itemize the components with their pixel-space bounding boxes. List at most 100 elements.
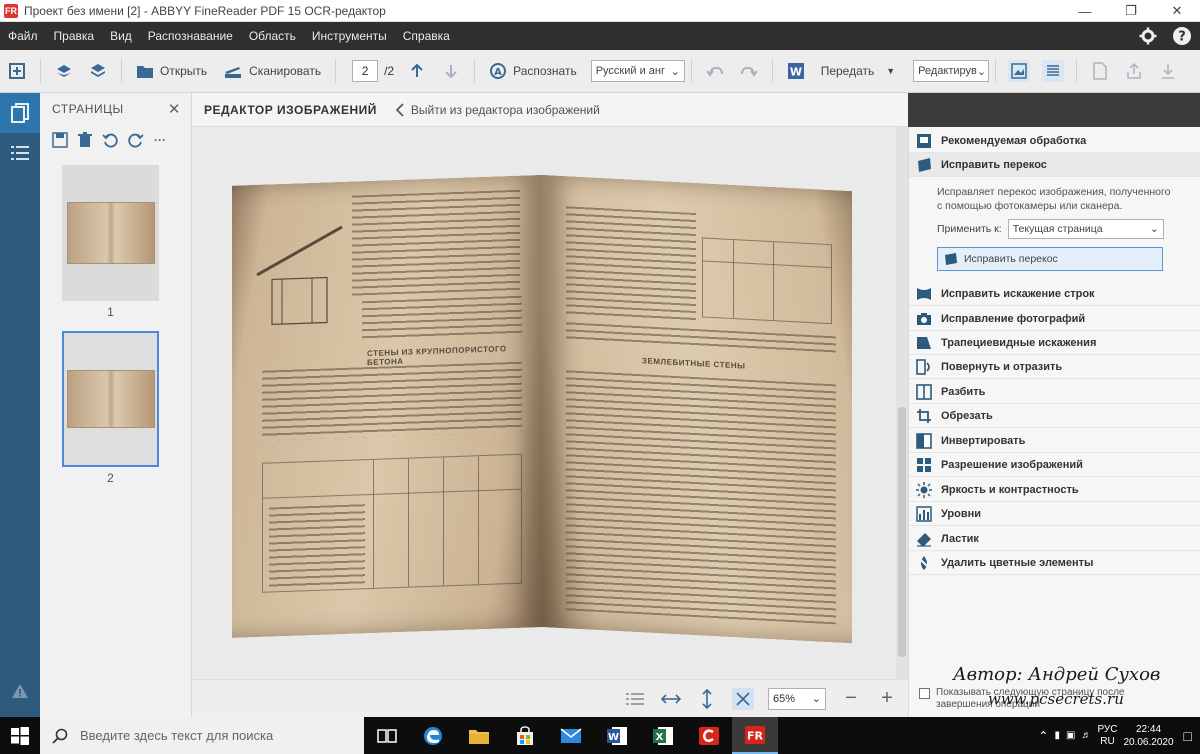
- show-next-page-checkbox[interactable]: [919, 688, 930, 699]
- scan-button[interactable]: Сканировать: [215, 63, 329, 79]
- list-view-icon[interactable]: [624, 688, 646, 710]
- scroll-thumb[interactable]: [898, 407, 906, 657]
- tool-recommended[interactable]: Рекомендуемая обработка: [909, 129, 1200, 153]
- app-logo-icon: FR: [4, 3, 18, 18]
- svg-text:W: W: [608, 732, 619, 743]
- warning-icon[interactable]: [0, 671, 40, 711]
- exit-editor-link[interactable]: Выйти из редактора изображений: [395, 103, 600, 117]
- save-icon[interactable]: [52, 132, 68, 148]
- tool-remove-color[interactable]: Удалить цветные элементы: [909, 551, 1200, 575]
- language-select[interactable]: Русский и анг ⌄: [590, 60, 685, 82]
- tool-rotate-flip[interactable]: Повернуть и отразить: [909, 355, 1200, 379]
- close-button[interactable]: ✕: [1154, 0, 1200, 22]
- tool-split[interactable]: Разбить: [909, 380, 1200, 404]
- volume-icon[interactable]: ♬: [1081, 730, 1091, 741]
- battery-icon[interactable]: ▮: [1054, 730, 1060, 741]
- document-icon[interactable]: [1089, 60, 1111, 82]
- settings-gear-icon[interactable]: [1138, 26, 1158, 46]
- text-view-icon[interactable]: [1042, 60, 1065, 82]
- help-icon[interactable]: ?: [1172, 26, 1192, 46]
- edge-browser-icon[interactable]: [410, 717, 456, 754]
- tool-label: Яркость и контрастность: [941, 483, 1079, 496]
- edit-mode-select[interactable]: Редактирув ⌄: [913, 60, 990, 82]
- menu-edit[interactable]: Правка: [46, 29, 103, 43]
- fit-height-icon[interactable]: [696, 688, 718, 710]
- maximize-button[interactable]: ❐: [1108, 0, 1154, 22]
- clock[interactable]: 22:44 20.06.2020: [1123, 723, 1173, 749]
- send-button[interactable]: W Передать ▼: [779, 62, 903, 80]
- task-view-icon[interactable]: [364, 717, 410, 754]
- more-icon[interactable]: ···: [154, 133, 166, 147]
- arrow-up-icon[interactable]: [406, 60, 428, 82]
- export-up-icon[interactable]: [1123, 60, 1145, 82]
- recognize-button[interactable]: A Распознать: [481, 62, 585, 80]
- page-number-input[interactable]: 2: [352, 60, 379, 82]
- menu-recognition[interactable]: Распознавание: [140, 29, 241, 43]
- page-thumbnail-2[interactable]: [62, 331, 159, 467]
- deskew-apply-button[interactable]: Исправить перекос: [937, 247, 1163, 271]
- menu-view[interactable]: Вид: [102, 29, 140, 43]
- canvas-scrollbar[interactable]: [896, 127, 908, 679]
- apply-to-select[interactable]: Текущая страница ⌄: [1007, 219, 1164, 239]
- page-number-2: 2: [107, 471, 114, 485]
- zoom-out-icon[interactable]: −: [840, 687, 862, 710]
- tray-chevron-up-icon[interactable]: ⌃: [1038, 729, 1048, 743]
- tool-label: Ластик: [941, 532, 979, 545]
- red-app-icon[interactable]: [686, 717, 732, 754]
- input-language[interactable]: РУС RU: [1097, 724, 1117, 748]
- file-explorer-icon[interactable]: [456, 717, 502, 754]
- minimize-button[interactable]: —: [1062, 0, 1108, 22]
- menu-help[interactable]: Справка: [395, 29, 458, 43]
- new-task-icon[interactable]: [6, 60, 28, 82]
- word-app-icon[interactable]: W: [594, 717, 640, 754]
- export-down-icon[interactable]: [1157, 60, 1179, 82]
- watermark-author: Автор: Андрей Сухов: [953, 664, 1161, 685]
- zoom-in-icon[interactable]: +: [876, 687, 898, 710]
- menu-file[interactable]: Файл: [0, 29, 46, 43]
- list-nav-icon[interactable]: [0, 133, 40, 173]
- tool-crop[interactable]: Обрезать: [909, 404, 1200, 428]
- tool-photo-correction[interactable]: Исправление фотографий: [909, 307, 1200, 331]
- excel-app-icon[interactable]: X: [640, 717, 686, 754]
- book-right-page: ЗЕМЛЕБИТНЫЕ СТЕНЫ: [542, 175, 852, 644]
- rotate-right-icon[interactable]: [128, 132, 144, 148]
- apply-to-row: Применить к: Текущая страница ⌄: [937, 219, 1164, 239]
- image-view-icon[interactable]: [1008, 60, 1031, 82]
- tool-brightness-contrast[interactable]: Яркость и контрастность: [909, 478, 1200, 502]
- undo-icon[interactable]: [704, 60, 726, 82]
- tool-image-resolution[interactable]: Разрешение изображений: [909, 453, 1200, 477]
- layers-icon[interactable]: [87, 60, 109, 82]
- tool-deskew[interactable]: Исправить перекос: [909, 153, 1200, 177]
- tool-trapezoid[interactable]: Трапециевидные искажения: [909, 331, 1200, 355]
- language-value: Русский и анг: [595, 65, 665, 77]
- fit-page-icon[interactable]: [732, 687, 754, 710]
- taskbar-search[interactable]: Введите здесь текст для поиска: [40, 717, 364, 754]
- tool-fix-line-distortion[interactable]: Исправить искажение строк: [909, 282, 1200, 306]
- network-icon[interactable]: ▣: [1066, 730, 1075, 741]
- rotate-left-icon[interactable]: [102, 132, 118, 148]
- pages-nav-icon[interactable]: [0, 93, 40, 133]
- fit-width-icon[interactable]: [660, 688, 682, 710]
- redo-icon[interactable]: [738, 60, 760, 82]
- close-panel-icon[interactable]: ✕: [168, 100, 181, 118]
- delete-icon[interactable]: [78, 132, 92, 148]
- store-icon[interactable]: [502, 717, 548, 754]
- image-canvas[interactable]: СТЕНЫ ИЗ КРУПНОПОРИСТОГО БЕТОНА ЗЕМЛЕБИТ…: [192, 127, 896, 679]
- page-thumbnail-1[interactable]: [62, 165, 159, 301]
- tool-eraser[interactable]: Ластик: [909, 527, 1200, 551]
- menu-tools[interactable]: Инструменты: [304, 29, 395, 43]
- zoom-select[interactable]: 65% ⌄: [768, 687, 826, 710]
- finereader-app-icon[interactable]: FR: [732, 717, 778, 754]
- title-bar: FR Проект без имени [2] - ABBYY FineRead…: [0, 0, 1200, 22]
- start-button[interactable]: [0, 717, 40, 754]
- menu-area[interactable]: Область: [241, 29, 304, 43]
- notifications-icon[interactable]: □: [1184, 728, 1192, 744]
- open-button[interactable]: Открыть: [128, 63, 215, 79]
- add-layers-icon[interactable]: [53, 60, 75, 82]
- arrow-down-icon[interactable]: [440, 60, 462, 82]
- tool-invert[interactable]: Инвертировать: [909, 429, 1200, 453]
- mail-icon[interactable]: [548, 717, 594, 754]
- tool-levels[interactable]: Уровни: [909, 502, 1200, 526]
- trapezoid-icon: [915, 334, 933, 352]
- text-block: [362, 295, 522, 342]
